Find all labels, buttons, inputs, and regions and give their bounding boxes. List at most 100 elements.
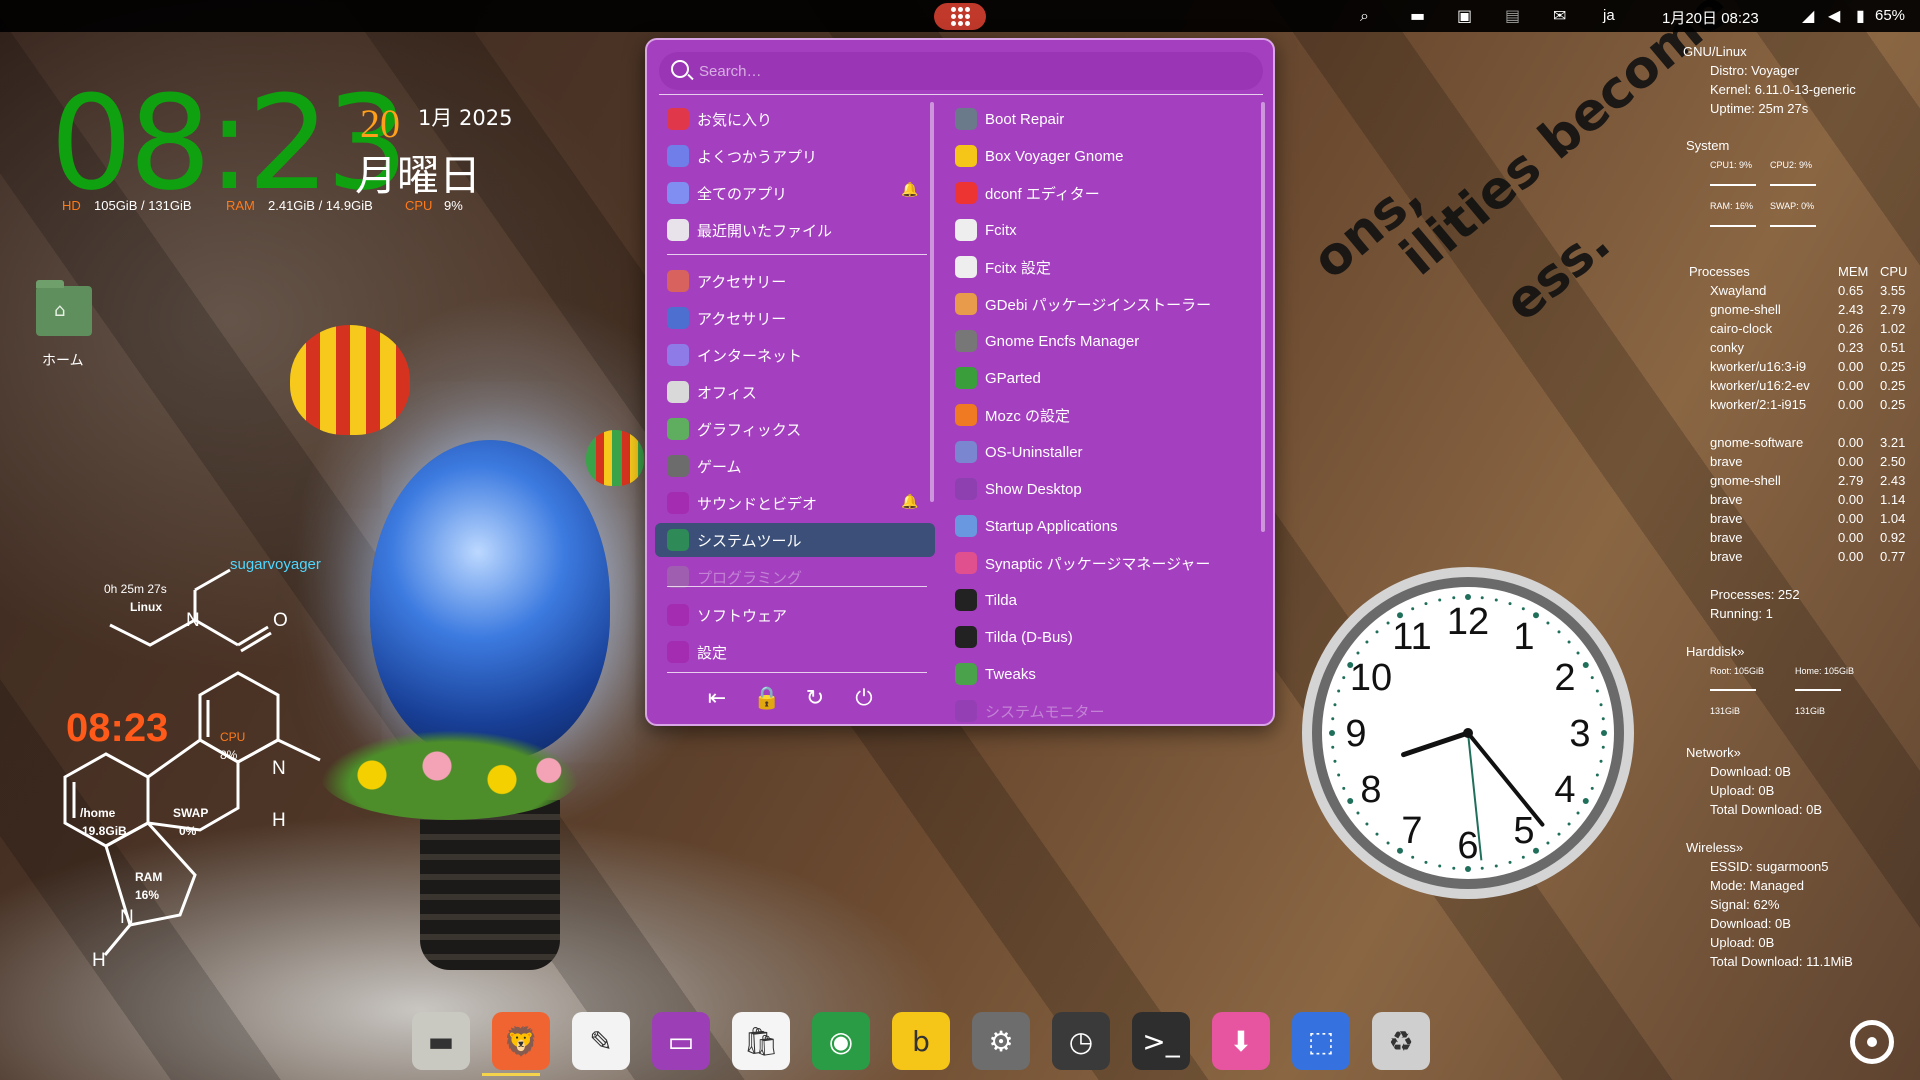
app-item[interactable]: Tilda (D-Bus) [947, 620, 1257, 654]
clock-datetime[interactable]: 1月20日 08:23 [1662, 7, 1759, 28]
category-item[interactable]: お気に入り [655, 102, 935, 136]
home-folder-label[interactable]: ホーム [42, 350, 84, 370]
terminal-app[interactable]: >_ [1132, 1012, 1190, 1070]
clock-tick [1582, 662, 1589, 668]
power-icon[interactable]: ⏻ [849, 686, 879, 711]
app-label: Boot Repair [985, 110, 1065, 128]
category-item[interactable]: システムツール [655, 523, 935, 557]
clock-tick [1595, 773, 1599, 777]
mail-icon[interactable]: ✉ [1553, 6, 1566, 26]
chrome-browser[interactable]: ◉ [812, 1012, 870, 1070]
molecule-swap-value: 0% [179, 824, 197, 838]
category-item[interactable]: 最近開いたファイル [655, 213, 935, 247]
files-app[interactable]: ▬ [412, 1012, 470, 1070]
app-label: Synaptic パッケージマネージャー [985, 555, 1211, 573]
app-item[interactable]: GParted [947, 361, 1257, 395]
clock-tick [1337, 773, 1341, 777]
box-voyager[interactable]: ▭ [652, 1012, 710, 1070]
category-item[interactable]: 全てのアプリ [655, 176, 935, 210]
process-cpu: 1.02 [1880, 321, 1906, 336]
molecule-cpu-value: 8% [220, 748, 238, 762]
system-tools-icon [667, 529, 689, 551]
clipboard-icon[interactable]: ▤ [1505, 6, 1520, 26]
restart-icon[interactable]: ↻ [800, 686, 830, 711]
trash[interactable]: ♻ [1372, 1012, 1430, 1070]
clock-tick [1508, 860, 1512, 864]
app-item[interactable]: Fcitx [947, 213, 1257, 247]
bonjour-app[interactable]: b [892, 1012, 950, 1070]
app-item[interactable]: Fcitx 設定 [947, 250, 1257, 284]
graphics-icon [667, 418, 689, 440]
app-item[interactable]: Tilda [947, 583, 1257, 617]
category-item[interactable]: ソフトウェア [655, 598, 935, 632]
category-item[interactable]: グラフィックス [655, 412, 935, 446]
category-item[interactable]: プログラミング [655, 560, 935, 594]
category-item[interactable]: よくつかうアプリ [655, 139, 935, 173]
search-icon[interactable]: ⌕ [1360, 6, 1369, 26]
net-upload: Upload: 0B [1710, 783, 1775, 798]
process-cpu: 0.51 [1880, 340, 1906, 355]
clock-tick [1465, 866, 1471, 872]
input-language[interactable]: ja [1603, 7, 1615, 24]
clock-pin [1463, 728, 1473, 738]
settings-app[interactable]: ⚙ [972, 1012, 1030, 1070]
pin-bell-icon[interactable]: 🔔 [901, 182, 1261, 198]
brave-browser[interactable]: 🦁 [492, 1012, 550, 1070]
app-label: Tilda [985, 591, 1017, 609]
app-item[interactable]: GDebi パッケージインストーラー [947, 287, 1257, 321]
app-item[interactable]: Synaptic パッケージマネージャー [947, 546, 1257, 580]
app-item[interactable]: OS-Uninstaller [947, 435, 1257, 469]
category-item[interactable]: ゲーム [655, 449, 935, 483]
software-center[interactable]: 🛍 [732, 1012, 790, 1070]
app-item[interactable]: Box Voyager Gnome [947, 139, 1257, 173]
molecule-home-label: /home [80, 806, 116, 820]
app-item[interactable]: Boot Repair [947, 102, 1257, 136]
penguin-icon [955, 256, 977, 278]
process-name: gnome-shell [1710, 473, 1781, 488]
text-editor[interactable]: ✎ [572, 1012, 630, 1070]
app-item[interactable]: Gnome Encfs Manager [947, 324, 1257, 358]
home-folder-icon[interactable]: ⌂ [36, 280, 92, 336]
category-item[interactable]: インターネット [655, 338, 935, 372]
category-item[interactable]: アクセサリー [655, 301, 935, 335]
volume-icon[interactable]: ◀ [1828, 6, 1840, 26]
terminal-icon: >_ [1142, 1024, 1180, 1058]
category-item[interactable]: アクセサリー [655, 264, 935, 298]
window-icon[interactable]: ▬ [1410, 6, 1425, 26]
clock-tick [1347, 798, 1354, 804]
wifi-icon[interactable]: ◢ [1802, 6, 1814, 26]
dashboard-icon[interactable]: ▣ [1457, 6, 1472, 26]
category-item[interactable]: サウンドとビデオ [655, 486, 935, 520]
category-scrollbar[interactable] [930, 102, 934, 502]
clock-tick [1375, 630, 1379, 634]
search-input[interactable]: Search… [659, 52, 1263, 90]
show-apps-button[interactable] [1850, 1020, 1894, 1064]
lock-icon[interactable]: 🔒 [752, 686, 782, 711]
distro: Distro: Voyager [1710, 63, 1799, 78]
molecule-ram-value: 16% [135, 888, 160, 902]
category-item[interactable]: 設定 [655, 635, 935, 669]
app-item[interactable]: Tweaks [947, 657, 1257, 691]
clock-number: 7 [1401, 810, 1422, 852]
app-label: OS-Uninstaller [985, 443, 1083, 461]
process-name: kworker/2:1-i915 [1710, 397, 1807, 412]
clock-tick [1329, 730, 1335, 736]
app-label: Startup Applications [985, 517, 1118, 535]
app-label: Tweaks [985, 665, 1036, 683]
app-item[interactable]: Startup Applications [947, 509, 1257, 543]
app-item[interactable]: Mozc の設定 [947, 398, 1257, 432]
clock-app[interactable]: ◷ [1052, 1012, 1110, 1070]
process-name: brave [1710, 549, 1743, 564]
installer-app[interactable]: ⬇ [1212, 1012, 1270, 1070]
category-divider [667, 254, 927, 255]
app-scrollbar[interactable] [1261, 102, 1265, 532]
app-item[interactable]: システムモニター [947, 694, 1257, 728]
category-item[interactable]: オフィス [655, 375, 935, 409]
battery-percent[interactable]: 65% [1875, 7, 1905, 24]
pin-bell-icon[interactable]: 🔔 [901, 494, 1261, 510]
battery-icon[interactable]: ▮ [1856, 6, 1865, 26]
activities-button[interactable] [934, 3, 986, 30]
screenshot-app[interactable]: ⬚ [1292, 1012, 1350, 1070]
logout-icon[interactable]: ⇤ [702, 686, 732, 711]
category-divider [667, 586, 927, 587]
